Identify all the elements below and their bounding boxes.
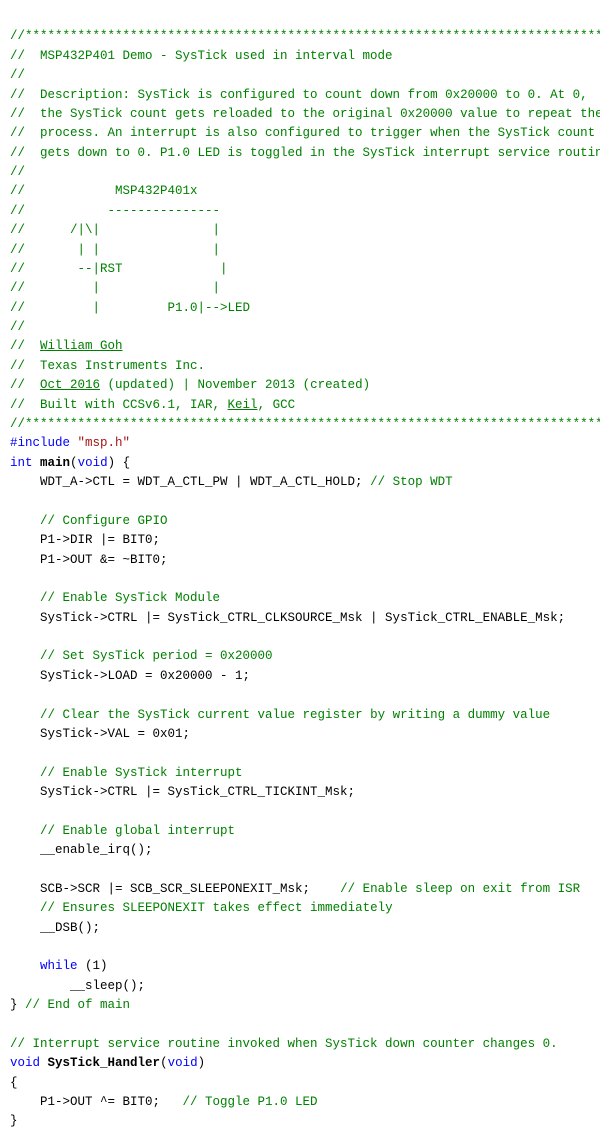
line-34: SysTick->LOAD = 0x20000 - 1; <box>10 669 250 683</box>
line-48: while (1) <box>10 959 108 973</box>
line-3: // <box>10 68 25 82</box>
line-40: SysTick->CTRL |= SysTick_CTRL_TICKINT_Ms… <box>10 785 355 799</box>
keil-link[interactable]: Keil <box>228 398 258 412</box>
line-17-pre: // <box>10 339 40 353</box>
line-32: // Set SysTick period = 0x20000 <box>10 649 273 663</box>
line-11: // /|\| | <box>10 223 220 237</box>
line-47: __DSB(); <box>10 921 100 935</box>
line-29: // Enable SysTick Module <box>10 591 220 605</box>
line-5: // the SysTick count gets reloaded to th… <box>10 107 600 121</box>
line-16: // <box>10 320 25 334</box>
line-22: #include "msp.h" <box>10 436 130 450</box>
line-18: // Texas Instruments Inc. <box>10 359 205 373</box>
line-35: // Clear the SysTick current value regis… <box>10 708 550 722</box>
line-41: // Enable global interrupt <box>10 824 235 838</box>
line-23: int main(void) { <box>10 456 130 470</box>
line-57: } <box>10 1114 18 1128</box>
line-27: P1->DIR |= BIT0; <box>10 533 160 547</box>
line-1: //**************************************… <box>10 29 600 43</box>
oct-2016-link[interactable]: Oct 2016 <box>40 378 100 392</box>
line-31: SysTick->CTRL |= SysTick_CTRL_CLKSOURCE_… <box>10 611 565 625</box>
line-46: // Ensures SLEEPONEXIT takes effect imme… <box>10 901 393 915</box>
line-25: // Configure GPIO <box>10 514 168 528</box>
line-2: // MSP432P401 Demo - SysTick used in int… <box>10 49 393 63</box>
line-43: __enable_irq(); <box>10 843 153 857</box>
line-38: // Enable SysTick interrupt <box>10 766 243 780</box>
line-7: // gets down to 0. P1.0 LED is toggled i… <box>10 146 600 160</box>
line-51: } // End of main <box>10 998 130 1012</box>
line-54: void SysTick_Handler(void) <box>10 1056 205 1070</box>
line-13: // --|RST | <box>10 262 228 276</box>
line-6: // process. An interrupt is also configu… <box>10 126 595 140</box>
line-9: // MSP432P401x <box>10 184 198 198</box>
line-4: // Description: SysTick is configured to… <box>10 88 588 102</box>
line-21: //**************************************… <box>10 417 600 431</box>
line-19-pre: // <box>10 378 40 392</box>
line-52: // Interrupt service routine invoked whe… <box>10 1037 558 1051</box>
line-28: P1->OUT &= ~BIT0; <box>10 553 168 567</box>
william-goh-link[interactable]: William Goh <box>40 339 123 353</box>
line-14: // | | <box>10 281 220 295</box>
line-44: SCB->SCR |= SCB_SCR_SLEEPONEXIT_Msk; // … <box>10 882 580 896</box>
line-15: // | P1.0|-->LED <box>10 301 250 315</box>
line-50: __sleep(); <box>10 979 145 993</box>
line-24: WDT_A->CTL = WDT_A_CTL_PW | WDT_A_CTL_HO… <box>10 475 453 489</box>
line-10: // --------------- <box>10 204 220 218</box>
line-37: SysTick->VAL = 0x01; <box>10 727 190 741</box>
line-55: { <box>10 1076 18 1090</box>
line-8: // <box>10 165 25 179</box>
line-19-mid: (updated) | November 2013 (created) <box>100 378 370 392</box>
line-12: // | | | <box>10 243 220 257</box>
line-56: P1->OUT ^= BIT0; // Toggle P1.0 LED <box>10 1095 318 1109</box>
line-20-post: , GCC <box>258 398 296 412</box>
code-editor: //**************************************… <box>10 8 600 1132</box>
line-20-pre: // Built with CCSv6.1, IAR, <box>10 398 228 412</box>
